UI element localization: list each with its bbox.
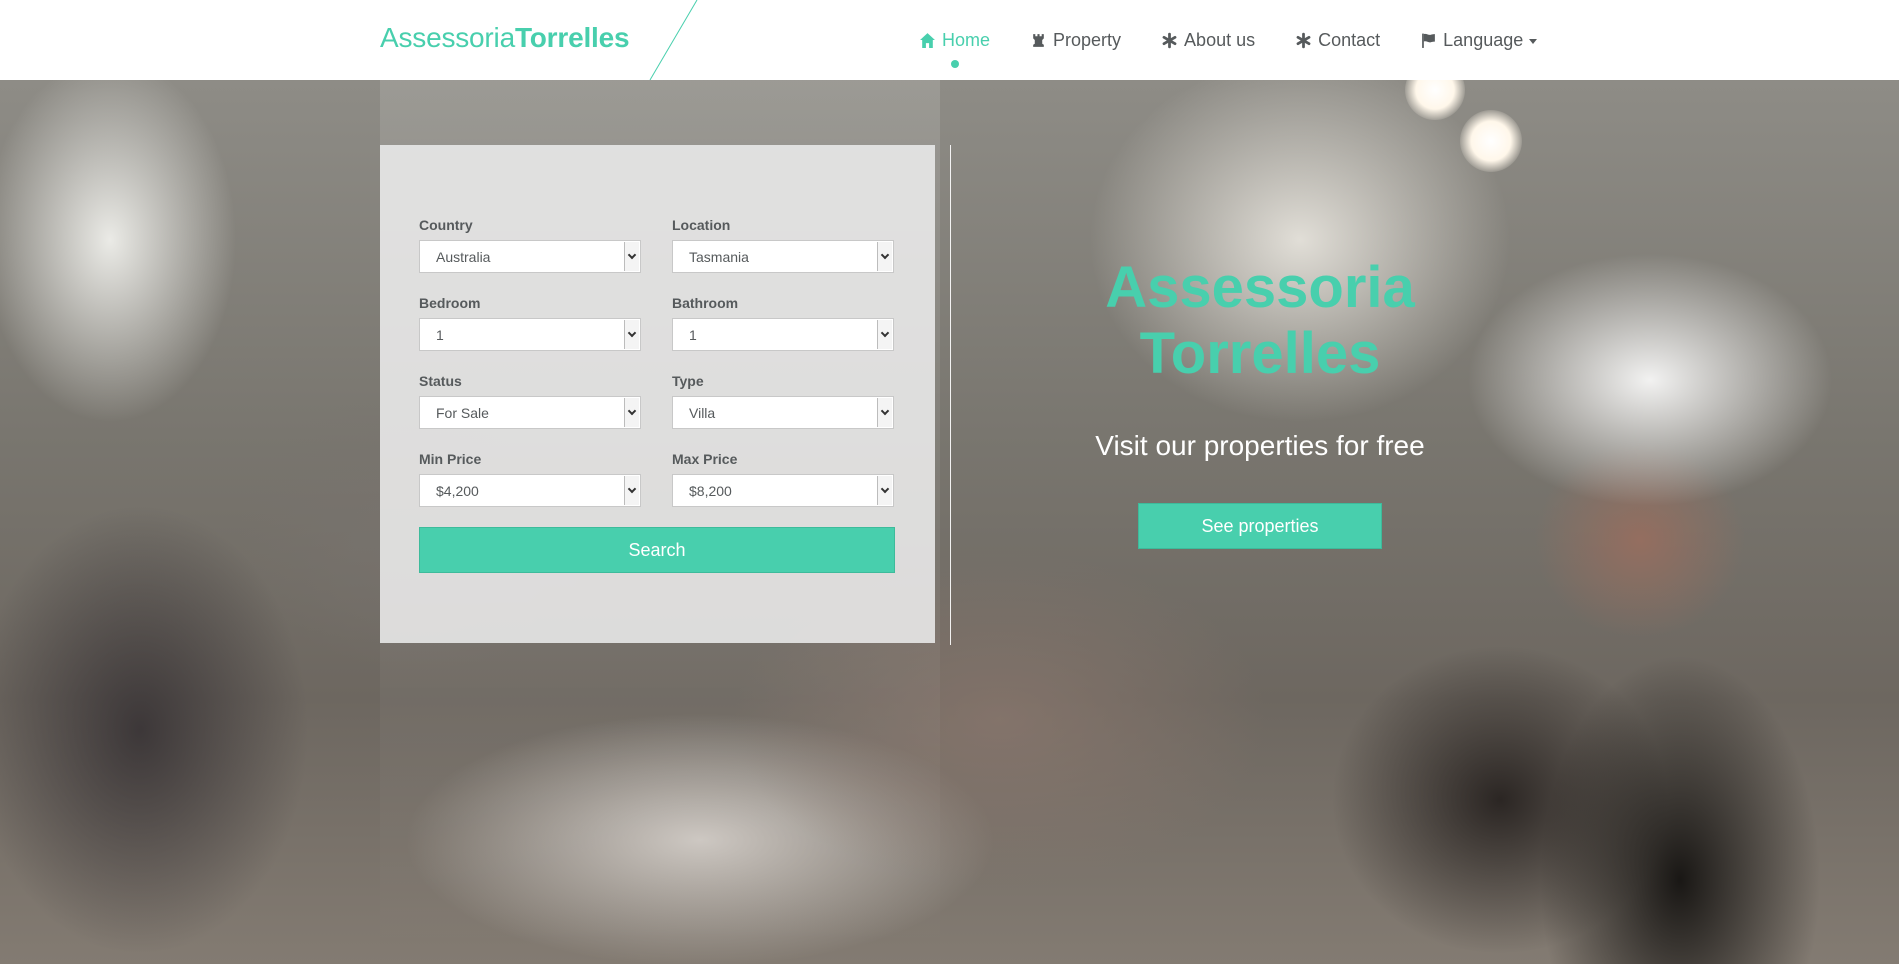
field-label: Type <box>672 373 704 389</box>
main-nav: Home Property About us Contact Language <box>919 28 1577 68</box>
field-label: Status <box>419 373 462 389</box>
chevron-down-icon <box>877 476 892 505</box>
logo-divider-slash <box>649 0 698 80</box>
chess-rook-icon <box>1030 32 1047 49</box>
select-value: For Sale <box>436 405 489 421</box>
logo-light-text: Assessoria <box>380 22 515 53</box>
select-value: Australia <box>436 249 491 265</box>
nav-item-label: Home <box>942 29 991 50</box>
field-label: Bedroom <box>419 295 481 311</box>
chevron-down-icon <box>624 320 639 349</box>
hero-subtitle: Visit our properties for free <box>1095 430 1425 461</box>
chevron-down-icon <box>1529 38 1538 44</box>
nav-item-label: Language <box>1443 29 1524 50</box>
field-max-price: Max Price $8,200 <box>672 451 894 507</box>
status-select[interactable]: For Sale <box>419 396 641 429</box>
type-select[interactable]: Villa <box>672 396 894 429</box>
field-country: Country Australia <box>419 217 641 273</box>
property-search-form: Country Australia Location Tasmania Bedr… <box>380 145 935 643</box>
hero-title-line: Torrelles <box>1139 321 1381 386</box>
flag-icon <box>1420 32 1437 49</box>
asterisk-icon <box>1161 32 1178 49</box>
chevron-down-icon <box>877 398 892 427</box>
active-indicator-dot <box>950 59 959 68</box>
asterisk-icon <box>1295 32 1312 49</box>
country-select[interactable]: Australia <box>419 240 641 273</box>
ceiling-lamp-glow <box>1405 80 1465 120</box>
nav-item-label: Contact <box>1318 29 1381 50</box>
field-label: Location <box>672 217 731 233</box>
field-bedroom: Bedroom 1 <box>419 295 641 351</box>
hero-title: Assessoria Torrelles <box>1060 255 1460 387</box>
select-value: $4,200 <box>436 483 479 499</box>
logo-bold-text: Torrelles <box>514 22 630 53</box>
ceiling-lamp-glow <box>1460 110 1522 172</box>
nav-item-label: About us <box>1184 29 1256 50</box>
select-value: $8,200 <box>689 483 732 499</box>
see-properties-button[interactable]: See properties <box>1138 503 1382 549</box>
nav-item-home[interactable]: Home <box>919 29 991 68</box>
home-icon <box>919 32 936 49</box>
location-select[interactable]: Tasmania <box>672 240 894 273</box>
site-logo[interactable]: AssessoriaTorrelles <box>380 22 630 54</box>
field-min-price: Min Price $4,200 <box>419 451 641 507</box>
nav-item-property[interactable]: Property <box>1030 30 1121 51</box>
search-button[interactable]: Search <box>419 527 895 573</box>
chevron-down-icon <box>877 242 892 271</box>
field-label: Country <box>419 217 473 233</box>
bedroom-select[interactable]: 1 <box>419 318 641 351</box>
chevron-down-icon <box>877 320 892 349</box>
nav-item-language[interactable]: Language <box>1420 29 1538 51</box>
select-value: Villa <box>689 405 716 421</box>
nav-item-about-us[interactable]: About us <box>1161 30 1255 51</box>
chevron-down-icon <box>624 398 639 427</box>
field-status: Status For Sale <box>419 373 641 429</box>
field-location: Location Tasmania <box>672 217 894 273</box>
field-label: Min Price <box>419 451 482 467</box>
hero-title-line: Assessoria <box>1105 255 1415 320</box>
select-value: 1 <box>436 327 444 343</box>
select-value: Tasmania <box>689 249 749 265</box>
max-price-select[interactable]: $8,200 <box>672 474 894 507</box>
min-price-select[interactable]: $4,200 <box>419 474 641 507</box>
field-bathroom: Bathroom 1 <box>672 295 894 351</box>
select-value: 1 <box>689 327 697 343</box>
site-header: AssessoriaTorrelles Home Property About … <box>0 0 1899 80</box>
field-label: Bathroom <box>672 295 739 311</box>
nav-item-label: Property <box>1053 29 1122 50</box>
vertical-divider <box>950 145 951 645</box>
field-type: Type Villa <box>672 373 894 429</box>
field-label: Max Price <box>672 451 738 467</box>
nav-item-contact[interactable]: Contact <box>1295 30 1380 51</box>
chevron-down-icon <box>624 242 639 271</box>
bathroom-select[interactable]: 1 <box>672 318 894 351</box>
chevron-down-icon <box>624 476 639 505</box>
